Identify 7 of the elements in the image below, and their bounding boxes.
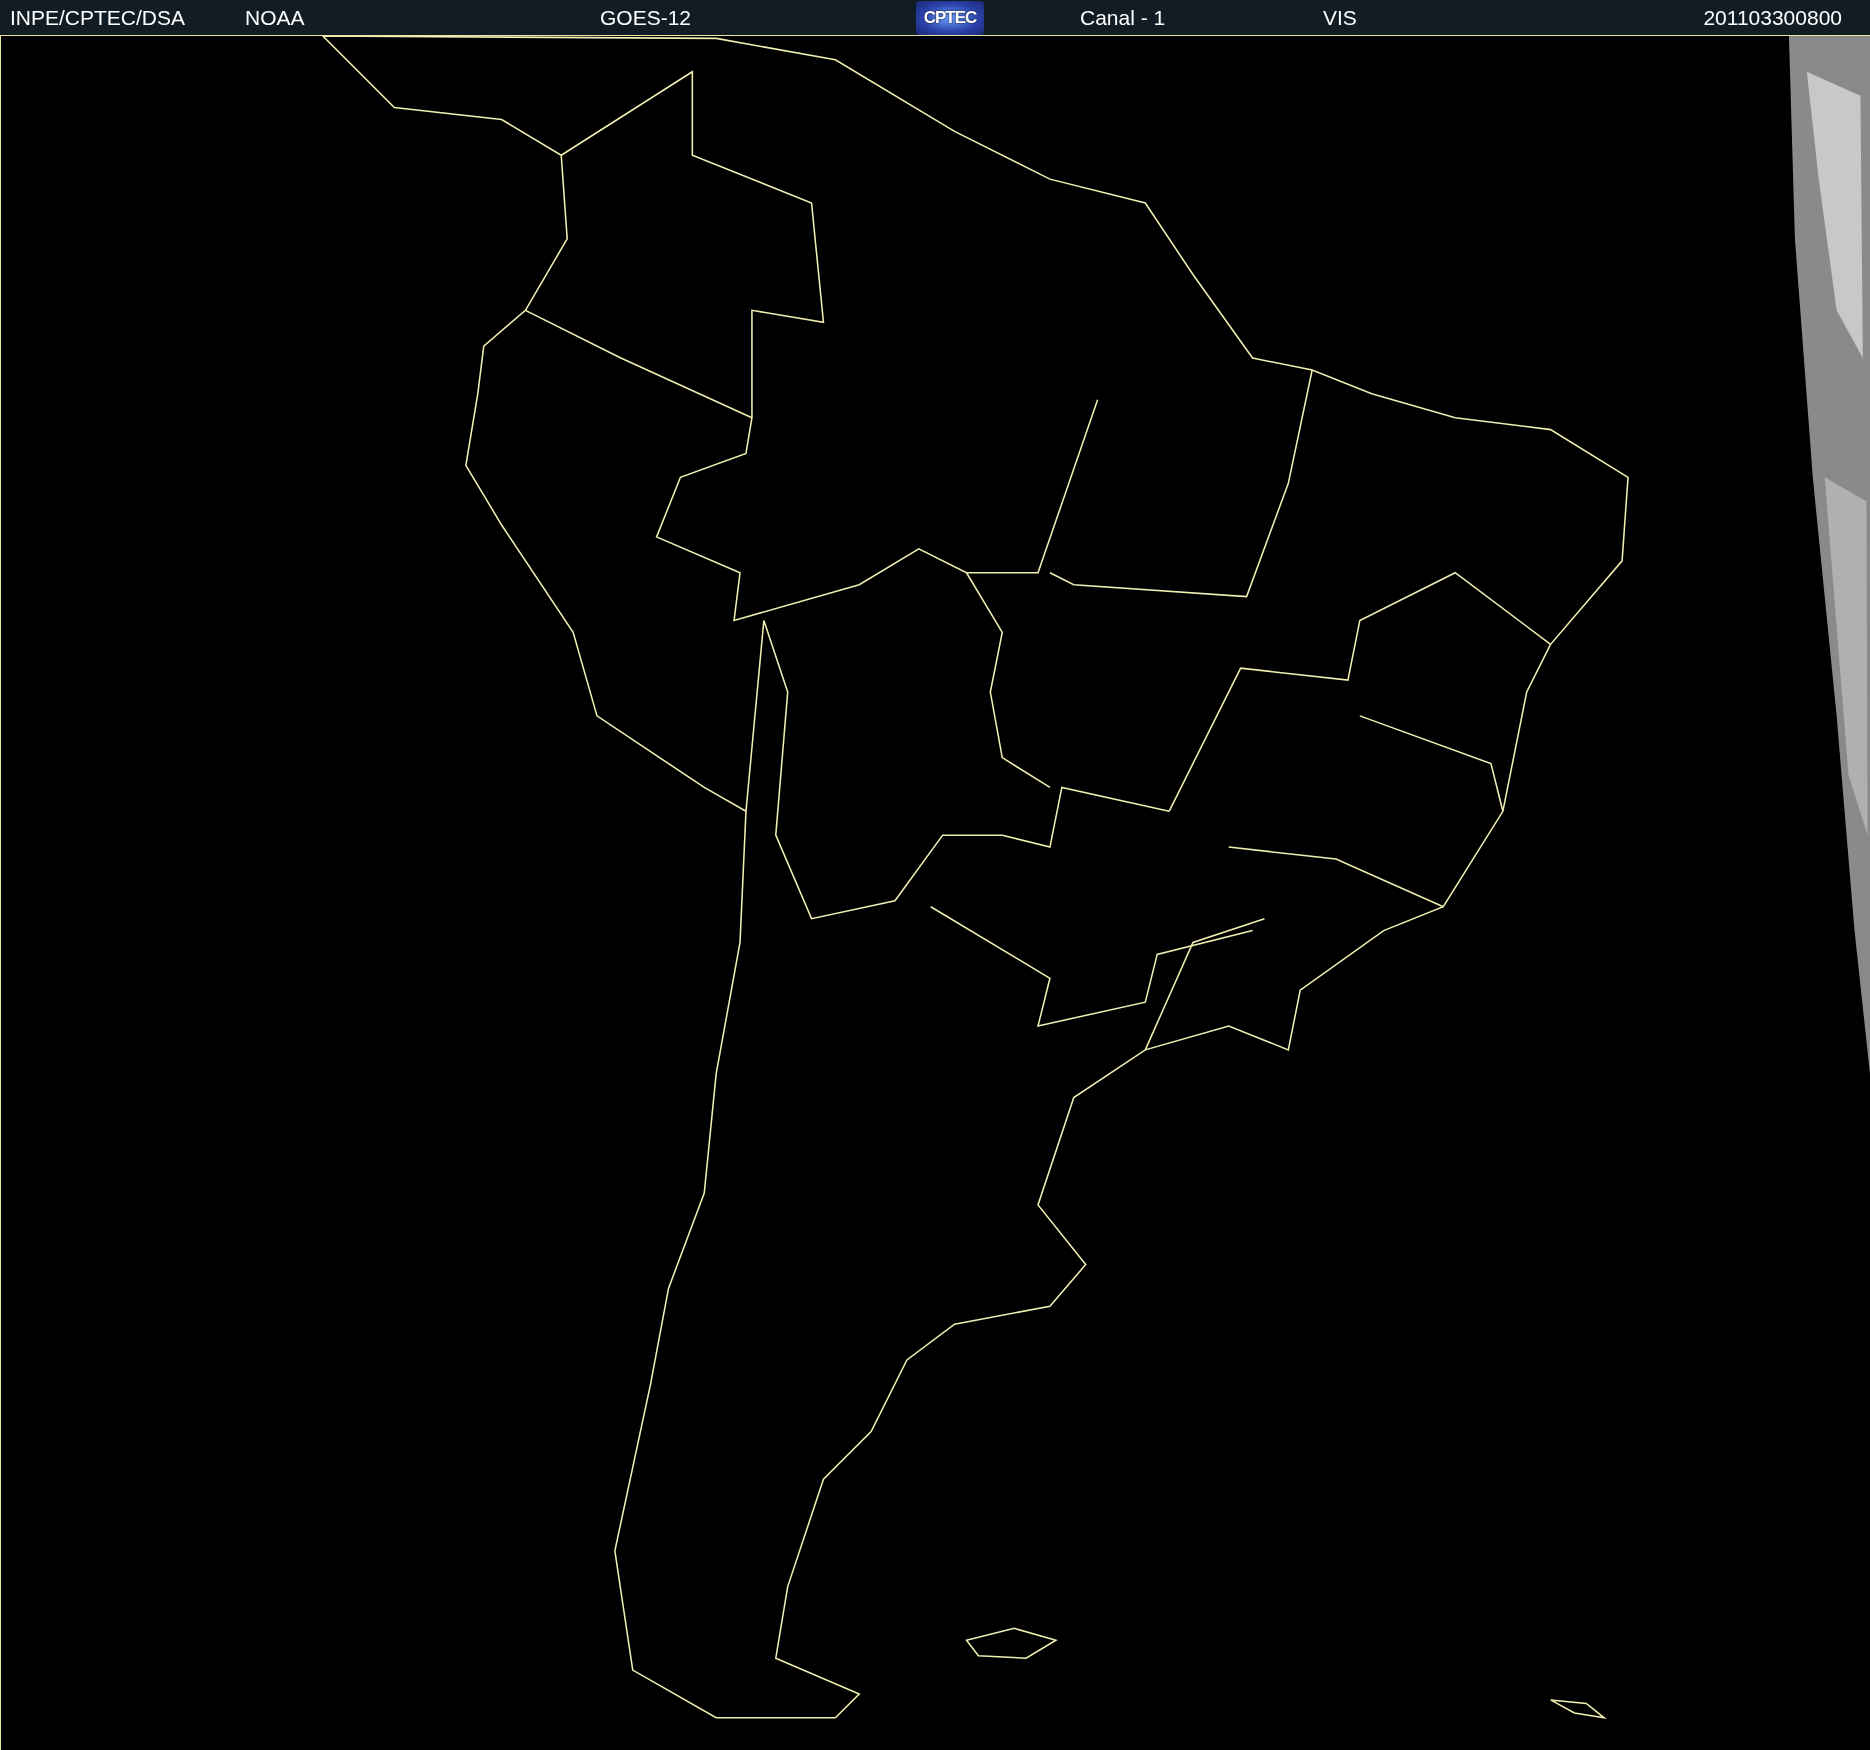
- logo: CPTEC: [916, 0, 984, 35]
- header-label: NOAA: [245, 5, 305, 30]
- header-label: VIS: [1323, 5, 1357, 30]
- header-label: 201103300800: [1703, 5, 1842, 30]
- header-label: GOES-12: [600, 5, 692, 30]
- header-label: Canal - 1: [1080, 5, 1166, 30]
- header-label: INPE/CPTEC/DSA: [10, 5, 186, 30]
